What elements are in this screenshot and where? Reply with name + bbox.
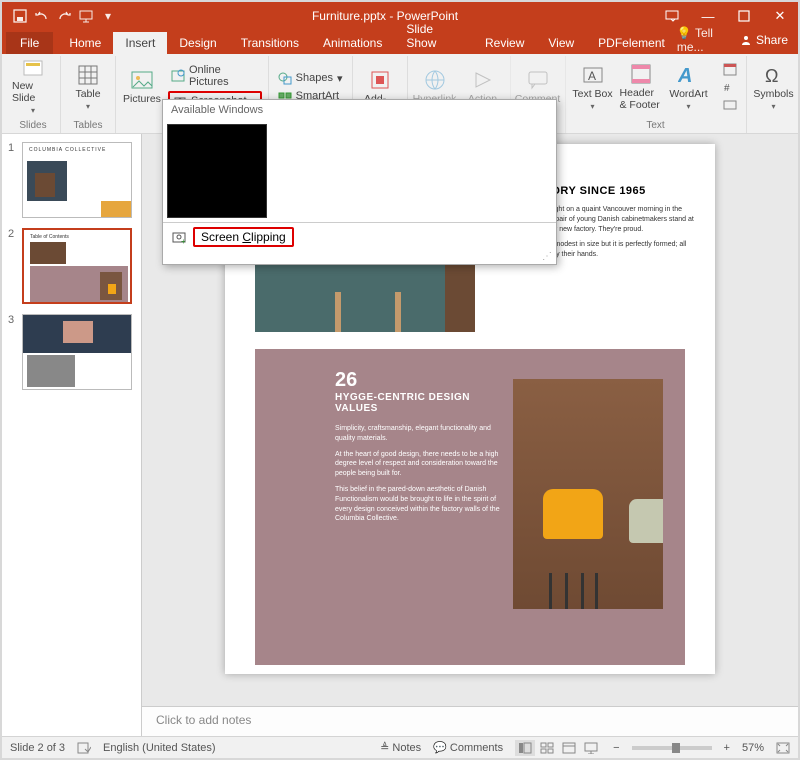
start-slideshow-icon[interactable] xyxy=(78,8,94,24)
thumb-number-3: 3 xyxy=(8,314,18,326)
tab-pdfelement[interactable]: PDFelement xyxy=(586,32,677,54)
slide-thumbnails-panel: 1 COLUMBIA COLLECTIVE 2 Table of Content… xyxy=(2,134,142,736)
addins-icon xyxy=(369,69,391,91)
tab-slideshow[interactable]: Slide Show xyxy=(394,18,473,54)
notes-pane[interactable]: Click to add notes xyxy=(142,706,798,736)
available-window-thumbnail[interactable] xyxy=(167,124,267,218)
section-26-text[interactable]: 26 HYGGE-CENTRIC DESIGN VALUES Simplicit… xyxy=(335,369,505,530)
wordart-icon: A xyxy=(678,64,700,86)
qat-dropdown-icon[interactable]: ▾ xyxy=(100,8,116,24)
shapes-button[interactable]: Shapes ▾ xyxy=(275,70,346,86)
group-text-label: Text xyxy=(646,118,664,133)
window-title: Furniture.pptx - PowerPoint xyxy=(116,9,654,23)
table-icon xyxy=(77,64,99,86)
thumb-number-2: 2 xyxy=(8,228,18,240)
textbox-button[interactable]: AText Box▾ xyxy=(572,59,614,115)
comments-toggle[interactable]: 💬 Comments xyxy=(433,741,503,754)
header-footer-button[interactable]: Header & Footer xyxy=(620,59,662,115)
group-tables-label: Tables xyxy=(74,118,103,133)
notes-toggle[interactable]: ≜ Notes xyxy=(380,741,421,754)
tab-review[interactable]: Review xyxy=(473,32,536,54)
screen-clipping-label: Screen Clipping xyxy=(201,230,286,244)
slide-position[interactable]: Slide 2 of 3 xyxy=(10,742,65,754)
sorter-view-button[interactable] xyxy=(537,740,557,756)
new-slide-label: New Slide xyxy=(12,80,54,104)
tab-design[interactable]: Design xyxy=(167,32,228,54)
normal-view-button[interactable] xyxy=(515,740,535,756)
dropdown-resize-grip[interactable]: ⋰ xyxy=(163,251,556,264)
hyperlink-icon xyxy=(424,69,446,91)
screen-clipping-item[interactable]: + Screen Clipping xyxy=(163,223,556,251)
save-icon[interactable] xyxy=(12,8,28,24)
new-slide-button[interactable]: New Slide▾ xyxy=(12,59,54,115)
screen-clipping-icon: + xyxy=(171,229,187,245)
new-slide-icon xyxy=(22,59,44,78)
symbols-button[interactable]: ΩSymbols▾ xyxy=(753,59,795,115)
pictures-icon xyxy=(131,69,153,91)
shapes-icon xyxy=(278,71,292,85)
pictures-button[interactable]: Pictures xyxy=(122,59,162,115)
screenshot-dropdown: Available Windows + Screen Clipping ⋰ xyxy=(162,99,557,265)
zoom-level[interactable]: 57% xyxy=(742,742,764,754)
slide-number-icon: # xyxy=(723,80,737,94)
tab-view[interactable]: View xyxy=(536,32,586,54)
zoom-in-button[interactable]: + xyxy=(724,742,730,754)
group-slides-label: Slides xyxy=(19,118,46,133)
tab-file[interactable]: File xyxy=(6,32,53,54)
tell-me[interactable]: 💡 Tell me... xyxy=(677,26,732,54)
pictures-label: Pictures xyxy=(123,93,161,105)
zoom-out-button[interactable]: − xyxy=(613,742,619,754)
view-buttons xyxy=(515,740,601,756)
svg-text:#: # xyxy=(724,83,730,94)
tab-insert[interactable]: Insert xyxy=(113,32,167,54)
slideshow-view-button[interactable] xyxy=(581,740,601,756)
tab-transitions[interactable]: Transitions xyxy=(229,32,311,54)
svg-text:Ω: Ω xyxy=(765,66,778,86)
chair-image[interactable] xyxy=(513,379,663,609)
slide-number-button[interactable]: # xyxy=(720,79,740,95)
wordart-button[interactable]: AWordArt▾ xyxy=(668,59,710,115)
svg-text:A: A xyxy=(678,65,692,86)
online-pictures-button[interactable]: Online Pictures xyxy=(168,63,262,89)
sec2-para3: This belief in the pared-down aesthetic … xyxy=(335,485,505,524)
table-button[interactable]: Table▾ xyxy=(67,59,109,115)
date-time-button[interactable] xyxy=(720,61,740,77)
slide-thumbnail-2[interactable]: Table of Contents xyxy=(22,228,132,304)
sec2-title: HYGGE-CENTRIC DESIGN VALUES xyxy=(335,392,505,414)
header-footer-icon xyxy=(630,63,652,85)
share-button[interactable]: Share xyxy=(740,33,788,47)
reading-view-button[interactable] xyxy=(559,740,579,756)
tab-animations[interactable]: Animations xyxy=(311,32,394,54)
quick-access-toolbar: ▾ xyxy=(2,8,116,24)
spell-check-icon[interactable] xyxy=(77,741,91,755)
textbox-icon: A xyxy=(582,64,604,86)
online-pictures-icon xyxy=(171,69,185,83)
ribbon-tabs: File Home Insert Design Transitions Anim… xyxy=(2,30,798,54)
sec2-para1: Simplicity, craftsmanship, elegant funct… xyxy=(335,424,505,444)
symbols-icon: Ω xyxy=(763,64,785,86)
tab-home[interactable]: Home xyxy=(57,32,113,54)
table-label: Table xyxy=(75,88,100,100)
object-icon xyxy=(723,98,737,112)
object-button[interactable] xyxy=(720,97,740,113)
status-bar: Slide 2 of 3 English (United States) ≜ N… xyxy=(2,736,798,758)
dropdown-header: Available Windows xyxy=(163,100,556,120)
redo-icon[interactable] xyxy=(56,8,72,24)
sec2-para2: At the heart of good design, there needs… xyxy=(335,450,505,479)
sec2-number: 26 xyxy=(335,369,505,392)
thumb-number-1: 1 xyxy=(8,142,18,154)
comment-icon xyxy=(527,69,549,91)
undo-icon[interactable] xyxy=(34,8,50,24)
language-status[interactable]: English (United States) xyxy=(103,742,216,754)
zoom-slider[interactable] xyxy=(632,746,712,750)
slide-thumbnail-3[interactable] xyxy=(22,314,132,390)
svg-text:A: A xyxy=(588,69,596,83)
action-icon xyxy=(472,69,494,91)
svg-text:+: + xyxy=(181,237,186,245)
slide-thumbnail-1[interactable]: COLUMBIA COLLECTIVE xyxy=(22,142,132,218)
mauve-block[interactable]: 26 HYGGE-CENTRIC DESIGN VALUES Simplicit… xyxy=(255,349,685,665)
date-icon xyxy=(723,62,737,76)
fit-to-window-button[interactable] xyxy=(776,742,790,754)
